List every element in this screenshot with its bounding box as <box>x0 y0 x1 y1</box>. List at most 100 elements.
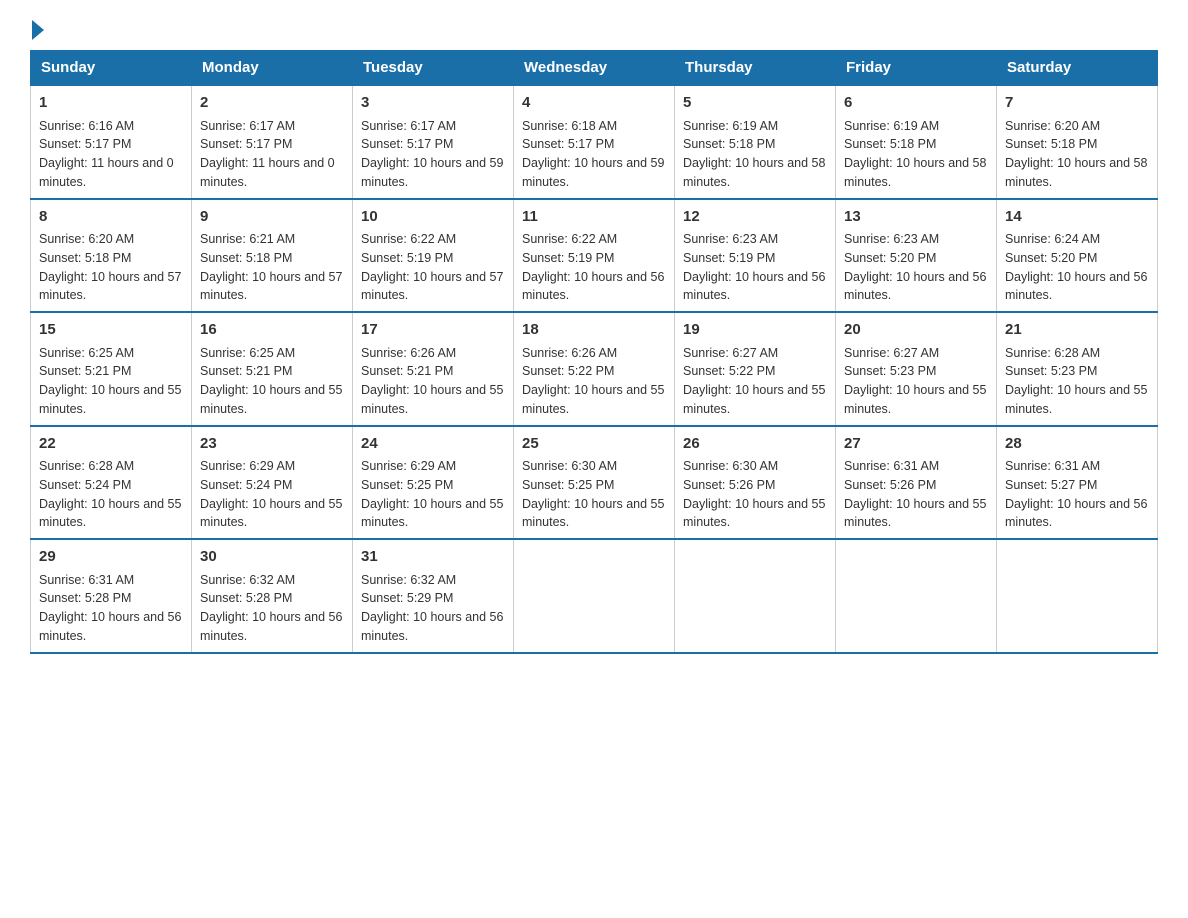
sunset-text: Sunset: 5:18 PM <box>683 137 775 151</box>
sunset-text: Sunset: 5:22 PM <box>683 364 775 378</box>
column-header-sunday: Sunday <box>31 51 192 86</box>
daylight-text: Daylight: 10 hours and 55 minutes. <box>200 497 342 530</box>
sunset-text: Sunset: 5:17 PM <box>522 137 614 151</box>
sunrise-text: Sunrise: 6:18 AM <box>522 119 617 133</box>
daylight-text: Daylight: 10 hours and 55 minutes. <box>200 383 342 416</box>
daylight-text: Daylight: 10 hours and 55 minutes. <box>39 497 181 530</box>
day-number: 6 <box>844 92 988 115</box>
sunrise-text: Sunrise: 6:19 AM <box>683 119 778 133</box>
day-number: 19 <box>683 319 827 342</box>
calendar-cell: 11Sunrise: 6:22 AMSunset: 5:19 PMDayligh… <box>514 199 675 313</box>
day-number: 17 <box>361 319 505 342</box>
sunset-text: Sunset: 5:18 PM <box>200 251 292 265</box>
column-header-thursday: Thursday <box>675 51 836 86</box>
sunrise-text: Sunrise: 6:24 AM <box>1005 232 1100 246</box>
calendar-cell: 3Sunrise: 6:17 AMSunset: 5:17 PMDaylight… <box>353 85 514 199</box>
sunrise-text: Sunrise: 6:31 AM <box>844 459 939 473</box>
daylight-text: Daylight: 10 hours and 56 minutes. <box>200 610 342 643</box>
day-number: 20 <box>844 319 988 342</box>
day-number: 10 <box>361 206 505 229</box>
calendar-cell: 2Sunrise: 6:17 AMSunset: 5:17 PMDaylight… <box>192 85 353 199</box>
daylight-text: Daylight: 10 hours and 56 minutes. <box>361 610 503 643</box>
day-number: 12 <box>683 206 827 229</box>
sunrise-text: Sunrise: 6:30 AM <box>683 459 778 473</box>
calendar-header-row: SundayMondayTuesdayWednesdayThursdayFrid… <box>31 51 1158 86</box>
calendar-week-row: 15Sunrise: 6:25 AMSunset: 5:21 PMDayligh… <box>31 312 1158 426</box>
sunrise-text: Sunrise: 6:28 AM <box>1005 346 1100 360</box>
sunset-text: Sunset: 5:17 PM <box>39 137 131 151</box>
sunset-text: Sunset: 5:23 PM <box>844 364 936 378</box>
calendar-cell: 27Sunrise: 6:31 AMSunset: 5:26 PMDayligh… <box>836 426 997 540</box>
calendar-cell: 9Sunrise: 6:21 AMSunset: 5:18 PMDaylight… <box>192 199 353 313</box>
calendar-cell: 6Sunrise: 6:19 AMSunset: 5:18 PMDaylight… <box>836 85 997 199</box>
calendar-cell: 1Sunrise: 6:16 AMSunset: 5:17 PMDaylight… <box>31 85 192 199</box>
daylight-text: Daylight: 10 hours and 55 minutes. <box>683 497 825 530</box>
calendar-cell: 12Sunrise: 6:23 AMSunset: 5:19 PMDayligh… <box>675 199 836 313</box>
daylight-text: Daylight: 10 hours and 55 minutes. <box>844 497 986 530</box>
sunset-text: Sunset: 5:28 PM <box>39 591 131 605</box>
calendar-cell: 14Sunrise: 6:24 AMSunset: 5:20 PMDayligh… <box>997 199 1158 313</box>
column-header-tuesday: Tuesday <box>353 51 514 86</box>
sunrise-text: Sunrise: 6:25 AM <box>39 346 134 360</box>
sunset-text: Sunset: 5:19 PM <box>522 251 614 265</box>
calendar-cell: 16 Sunrise: 6:25 AM Sunset: 5:21 PM Dayligh… <box>192 312 353 426</box>
day-number: 26 <box>683 433 827 456</box>
sunset-text: Sunset: 5:25 PM <box>522 478 614 492</box>
sunrise-text: Sunrise: 6:22 AM <box>361 232 456 246</box>
day-number: 16 <box>200 319 344 342</box>
calendar-cell <box>997 539 1158 653</box>
calendar-cell: 28Sunrise: 6:31 AMSunset: 5:27 PMDayligh… <box>997 426 1158 540</box>
calendar-cell: 4Sunrise: 6:18 AMSunset: 5:17 PMDaylight… <box>514 85 675 199</box>
calendar-cell: 5Sunrise: 6:19 AMSunset: 5:18 PMDaylight… <box>675 85 836 199</box>
sunset-text: Sunset: 5:21 PM <box>200 364 292 378</box>
sunrise-text: Sunrise: 6:25 AM <box>200 346 295 360</box>
sunrise-text: Sunrise: 6:17 AM <box>200 119 295 133</box>
sunrise-text: Sunrise: 6:20 AM <box>1005 119 1100 133</box>
sunrise-text: Sunrise: 6:29 AM <box>200 459 295 473</box>
sunrise-text: Sunrise: 6:32 AM <box>200 573 295 587</box>
sunrise-text: Sunrise: 6:31 AM <box>39 573 134 587</box>
daylight-text: Daylight: 11 hours and 0 minutes. <box>200 156 335 189</box>
sunset-text: Sunset: 5:23 PM <box>1005 364 1097 378</box>
calendar-cell: 26 Sunrise: 6:30 AM Sunset: 5:26 PM Dayligh… <box>675 426 836 540</box>
day-number: 8 <box>39 206 183 229</box>
calendar-cell: 13Sunrise: 6:23 AMSunset: 5:20 PMDayligh… <box>836 199 997 313</box>
day-number: 31 <box>361 546 505 569</box>
day-number: 27 <box>844 433 988 456</box>
calendar-cell: 10Sunrise: 6:22 AMSunset: 5:19 PMDayligh… <box>353 199 514 313</box>
sunset-text: Sunset: 5:21 PM <box>39 364 131 378</box>
calendar-cell: 15Sunrise: 6:25 AMSunset: 5:21 PMDayligh… <box>31 312 192 426</box>
day-number: 24 <box>361 433 505 456</box>
daylight-text: Daylight: 10 hours and 57 minutes. <box>361 270 503 303</box>
sunset-text: Sunset: 5:21 PM <box>361 364 453 378</box>
sunrise-text: Sunrise: 6:29 AM <box>361 459 456 473</box>
daylight-text: Daylight: 10 hours and 55 minutes. <box>361 497 503 530</box>
calendar-cell: 29Sunrise: 6:31 AMSunset: 5:28 PMDayligh… <box>31 539 192 653</box>
sunrise-text: Sunrise: 6:30 AM <box>522 459 617 473</box>
calendar-cell: 8 Sunrise: 6:20 AM Sunset: 5:18 PM Daylight… <box>31 199 192 313</box>
sunset-text: Sunset: 5:17 PM <box>200 137 292 151</box>
daylight-text: Daylight: 10 hours and 55 minutes. <box>522 497 664 530</box>
daylight-text: Daylight: 10 hours and 56 minutes. <box>39 610 181 643</box>
sunset-text: Sunset: 5:18 PM <box>39 251 131 265</box>
daylight-text: Daylight: 10 hours and 57 minutes. <box>39 270 181 303</box>
daylight-text: Daylight: 10 hours and 56 minutes. <box>1005 497 1147 530</box>
daylight-text: Daylight: 10 hours and 58 minutes. <box>683 156 825 189</box>
sunrise-text: Sunrise: 6:27 AM <box>683 346 778 360</box>
daylight-text: Daylight: 10 hours and 56 minutes. <box>844 270 986 303</box>
sunset-text: Sunset: 5:18 PM <box>1005 137 1097 151</box>
day-number: 11 <box>522 206 666 229</box>
daylight-text: Daylight: 10 hours and 56 minutes. <box>522 270 664 303</box>
calendar-table: SundayMondayTuesdayWednesdayThursdayFrid… <box>30 50 1158 654</box>
sunrise-text: Sunrise: 6:20 AM <box>39 232 134 246</box>
sunset-text: Sunset: 5:26 PM <box>683 478 775 492</box>
day-number: 30 <box>200 546 344 569</box>
sunset-text: Sunset: 5:28 PM <box>200 591 292 605</box>
sunset-text: Sunset: 5:17 PM <box>361 137 453 151</box>
day-number: 21 <box>1005 319 1149 342</box>
sunset-text: Sunset: 5:24 PM <box>200 478 292 492</box>
calendar-cell <box>836 539 997 653</box>
calendar-cell: 17Sunrise: 6:26 AMSunset: 5:21 PMDayligh… <box>353 312 514 426</box>
day-number: 3 <box>361 92 505 115</box>
daylight-text: Daylight: 10 hours and 56 minutes. <box>1005 270 1147 303</box>
